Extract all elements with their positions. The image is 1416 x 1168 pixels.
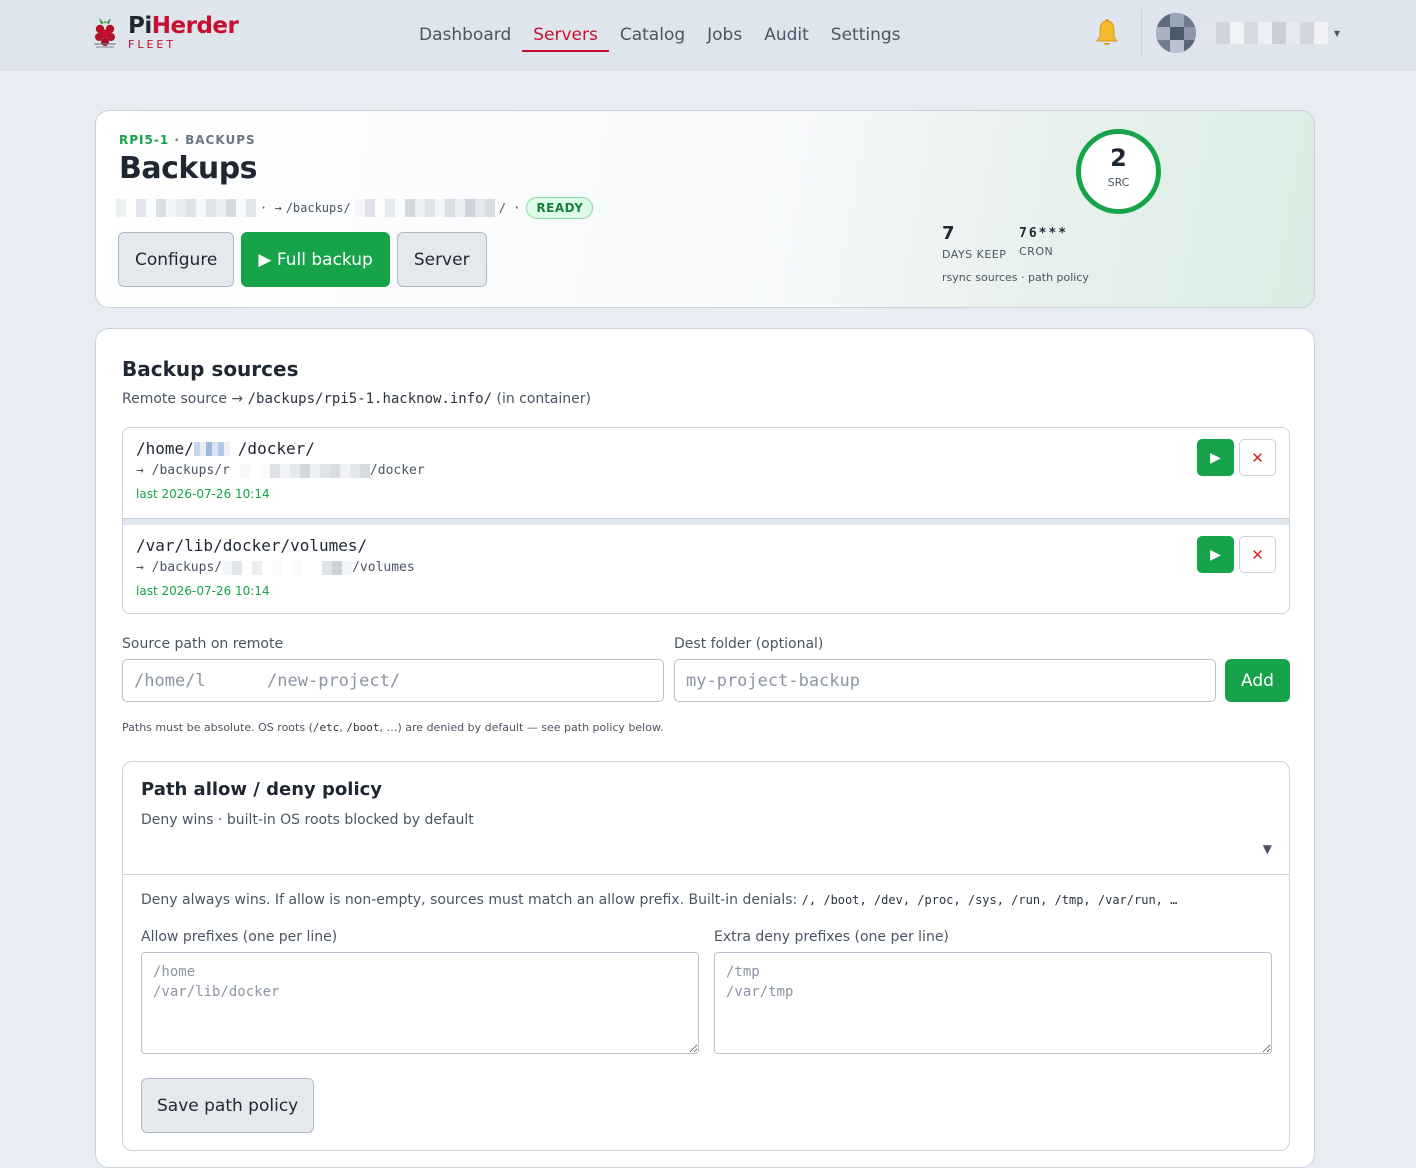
hero-actions: Configure ▶ Full backup Server bbox=[118, 232, 487, 287]
nav-audit[interactable]: Audit bbox=[753, 0, 820, 70]
source-count-ring: 2 SRC bbox=[1076, 129, 1161, 214]
allow-prefixes-label: Allow prefixes (one per line) bbox=[141, 929, 338, 945]
source-path-input[interactable] bbox=[122, 659, 664, 702]
section-title: Backup sources bbox=[122, 357, 299, 381]
redacted-text bbox=[229, 463, 370, 478]
stat-label: CRON bbox=[1019, 245, 1054, 258]
source-count-label: SRC bbox=[1107, 176, 1130, 189]
delete-source-button[interactable]: ✕ bbox=[1239, 536, 1276, 573]
deny-prefixes-input[interactable] bbox=[714, 952, 1272, 1054]
redacted-text bbox=[116, 199, 256, 217]
stat-days-keep: 7 DAYS KEEP bbox=[942, 223, 1006, 261]
nav-jobs[interactable]: Jobs bbox=[696, 0, 753, 70]
backup-target-path: · → /backups/ / · READY bbox=[116, 197, 594, 219]
main-nav: Dashboard Servers Catalog Jobs Audit Set… bbox=[408, 0, 912, 70]
source-last-run: last 2026-07-26 10:14 bbox=[136, 584, 270, 598]
nav-settings[interactable]: Settings bbox=[820, 0, 912, 70]
nav-dashboard[interactable]: Dashboard bbox=[408, 0, 522, 70]
top-navbar: PiHerder FLEET Dashboard Servers Catalog… bbox=[0, 0, 1416, 70]
full-backup-button[interactable]: ▶ Full backup bbox=[241, 232, 390, 287]
list-item: /home/ /docker/ → /backups/r /docker las… bbox=[123, 428, 1289, 518]
close-icon: ✕ bbox=[1251, 448, 1264, 467]
dest-folder-label: Dest folder (optional) bbox=[674, 636, 824, 652]
source-actions: ▶ ✕ bbox=[1197, 439, 1276, 476]
source-path: /var/lib/docker/volumes/ bbox=[136, 536, 368, 555]
brand-name: PiHerder bbox=[128, 12, 239, 39]
run-source-button[interactable]: ▶ bbox=[1197, 536, 1234, 573]
source-list: /home/ /docker/ → /backups/r /docker las… bbox=[122, 427, 1290, 614]
path-hint: Paths must be absolute. OS roots (/etc, … bbox=[122, 721, 664, 734]
backup-summary-card: RPI5-1 · BACKUPS Backups · → /backups/ /… bbox=[95, 110, 1315, 308]
stat-cron: 76*** CRON bbox=[1019, 223, 1068, 258]
raspberry-icon bbox=[94, 18, 116, 48]
allow-prefixes-input[interactable] bbox=[141, 952, 699, 1054]
stat-value: 76*** bbox=[1019, 226, 1069, 241]
delete-source-button[interactable]: ✕ bbox=[1239, 439, 1276, 476]
path-policy-toggle[interactable]: Path allow / deny policy Deny wins · bui… bbox=[123, 762, 1289, 875]
run-source-button[interactable]: ▶ bbox=[1197, 439, 1234, 476]
policy-description: Deny always wins. If allow is non-empty,… bbox=[141, 892, 1178, 908]
policy-title: Path allow / deny policy bbox=[141, 779, 383, 800]
brand-subtitle: FLEET bbox=[128, 37, 177, 51]
bell-icon[interactable] bbox=[1093, 18, 1121, 48]
page-title: Backups bbox=[119, 151, 258, 186]
user-menu[interactable]: ▾ bbox=[1156, 12, 1340, 54]
redacted-text bbox=[222, 560, 353, 575]
redacted-text bbox=[354, 199, 495, 217]
nav-catalog[interactable]: Catalog bbox=[609, 0, 696, 70]
source-path-label: Source path on remote bbox=[122, 636, 284, 652]
user-name-redacted bbox=[1202, 22, 1328, 44]
stat-label: DAYS KEEP bbox=[942, 248, 1007, 261]
navbar-divider bbox=[1141, 10, 1142, 56]
server-button[interactable]: Server bbox=[396, 232, 487, 287]
stat-value: 7 bbox=[942, 223, 955, 244]
source-actions: ▶ ✕ bbox=[1197, 536, 1276, 573]
redacted-text bbox=[193, 441, 230, 456]
chevron-down-icon: ▼ bbox=[1262, 842, 1272, 856]
path-policy-panel: Path allow / deny policy Deny wins · bui… bbox=[122, 761, 1290, 1151]
section-subtitle: Remote source → /backups/rpi5-1.hacknow.… bbox=[122, 391, 591, 407]
dest-folder-input[interactable] bbox=[674, 659, 1216, 702]
brand-logo[interactable]: PiHerder FLEET bbox=[90, 12, 239, 51]
source-path: /home/ /docker/ bbox=[136, 439, 315, 458]
source-destination: → /backups/ /volumes bbox=[136, 560, 415, 575]
chevron-down-icon: ▾ bbox=[1334, 26, 1341, 40]
configure-button[interactable]: Configure bbox=[118, 232, 235, 287]
source-destination: → /backups/r /docker bbox=[136, 463, 425, 478]
hero-note: rsync sources · path policy bbox=[942, 271, 1089, 284]
add-source-button[interactable]: Add bbox=[1225, 659, 1290, 702]
save-path-policy-button[interactable]: Save path policy bbox=[141, 1078, 315, 1133]
nav-servers[interactable]: Servers bbox=[522, 0, 609, 70]
play-icon: ▶ bbox=[1210, 546, 1221, 563]
backup-sources-card: Backup sources Remote source → /backups/… bbox=[95, 328, 1315, 1168]
breadcrumb: RPI5-1 · BACKUPS bbox=[119, 133, 256, 147]
status-badge: READY bbox=[526, 197, 594, 219]
avatar bbox=[1156, 13, 1196, 53]
list-divider bbox=[123, 518, 1289, 525]
policy-subtitle: Deny wins · built-in OS roots blocked by… bbox=[141, 812, 474, 828]
source-count-value: 2 bbox=[1110, 144, 1127, 172]
play-icon: ▶ bbox=[1210, 449, 1221, 466]
close-icon: ✕ bbox=[1251, 545, 1264, 564]
list-item: /var/lib/docker/volumes/ → /backups/ /vo… bbox=[123, 525, 1289, 613]
deny-prefixes-label: Extra deny prefixes (one per line) bbox=[714, 929, 949, 945]
source-last-run: last 2026-07-26 10:14 bbox=[136, 487, 270, 501]
